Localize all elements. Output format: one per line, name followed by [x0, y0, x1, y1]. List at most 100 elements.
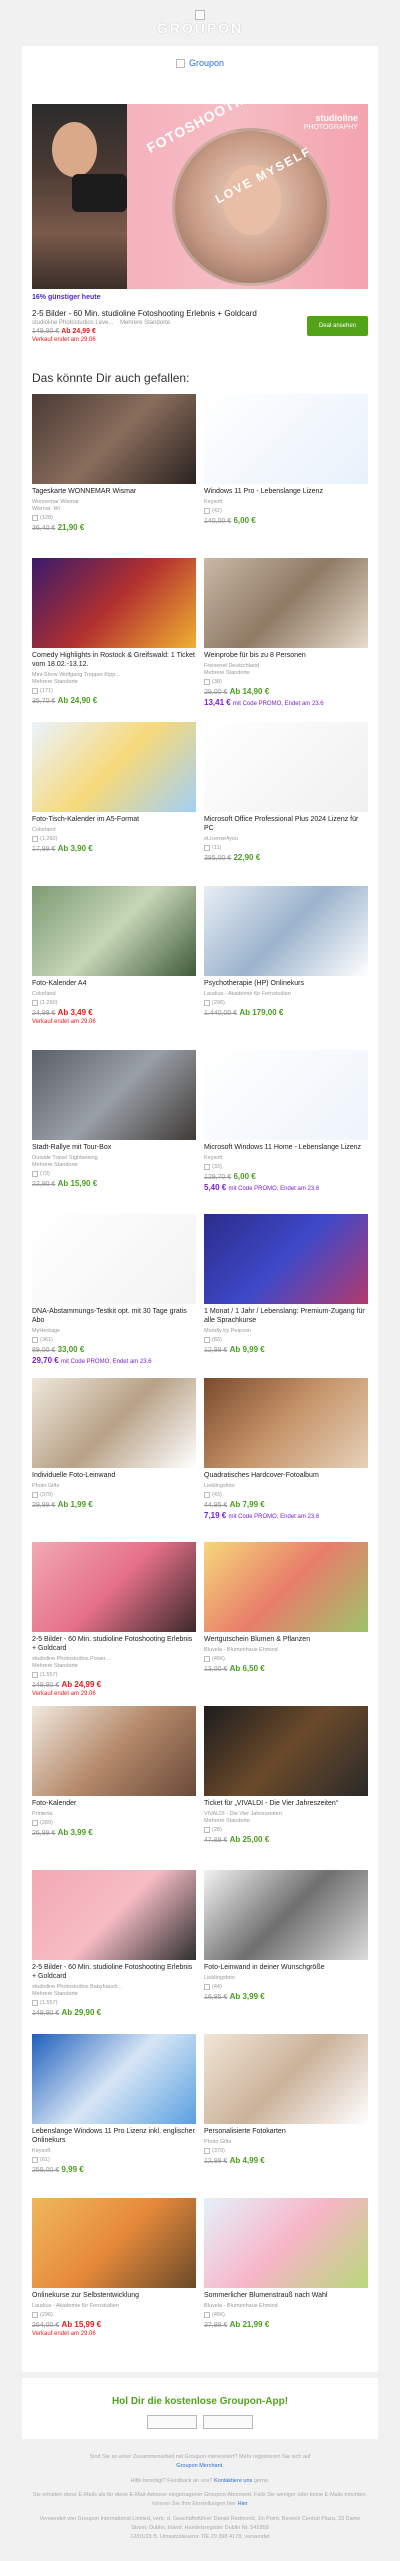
contact-link[interactable]: Kontaktiere uns — [214, 2478, 252, 2484]
deal-title[interactable]: Ticket für „VIVALDI - Die Vier Jahreszei… — [204, 1800, 368, 1809]
deal-tile[interactable]: Microsoft Windows 11 Home - Lebenslange … — [204, 1050, 368, 1214]
deal-image[interactable] — [32, 558, 196, 648]
deal-tile[interactable]: Microsoft Office Professional Plus 2024 … — [204, 722, 368, 886]
deal-tile[interactable]: DNA-Abstammungs-Testkit opt. mit 30 Tage… — [32, 1214, 196, 1378]
inner-logo[interactable]: Groupon — [32, 46, 368, 80]
deal-image[interactable] — [32, 1214, 196, 1304]
deal-title[interactable]: Personalisierte Fotokarten — [204, 2128, 368, 2137]
deal-image[interactable] — [32, 2034, 196, 2124]
rating-stars-icon — [32, 1171, 38, 1178]
deal-title[interactable]: Tageskarte WONNEMAR Wismar — [32, 488, 196, 497]
deal-title[interactable]: Sommerlicher Blumenstrauß nach Wahl — [204, 2292, 368, 2301]
deal-tile[interactable]: 1 Monat / 1 Jahr / Lebenslang: Premium-Z… — [204, 1214, 368, 1378]
rating-stars-icon — [204, 999, 210, 1006]
deal-tile[interactable]: Tageskarte WONNEMAR Wismar Wonnemar Wisma… — [32, 394, 196, 558]
google-play-badge[interactable] — [203, 2415, 253, 2429]
deal-price: 259,00 € 9,99 € — [32, 2164, 84, 2174]
deal-price: 29,00 € Ab 14,90 € — [204, 687, 270, 697]
deal-tile[interactable]: Stadt-Rallye mit Tour-Box Outside Travel … — [32, 1050, 196, 1214]
deal-title[interactable]: Foto-Kalender A4 — [32, 980, 196, 989]
hero-banner[interactable]: FOTOSHOOTING LOVE MYSELF studioline PHOTO… — [32, 104, 368, 289]
deal-image[interactable] — [204, 886, 368, 976]
deal-image[interactable] — [204, 1706, 368, 1796]
deal-image[interactable] — [32, 1870, 196, 1960]
deal-image[interactable] — [32, 1706, 196, 1796]
deal-tile[interactable]: Foto-Leinwand in deiner Wunschgröße Liebl… — [204, 1870, 368, 2034]
deal-tile[interactable]: Foto-Tisch-Kalender im A5-Format Colorlan… — [32, 722, 196, 886]
app-store-badge[interactable] — [147, 2415, 197, 2429]
deal-title[interactable]: Lebenslange Windows 11 Pro Lizenz inkl. … — [32, 2128, 196, 2146]
deal-image[interactable] — [204, 722, 368, 812]
deal-title[interactable]: Weinprobe für bis zu 8 Personen — [204, 652, 368, 661]
deal-image[interactable] — [204, 394, 368, 484]
deal-title[interactable]: Stadt-Rallye mit Tour-Box — [32, 1144, 196, 1153]
deal-tile[interactable]: Individuelle Foto-Leinwand Photo Gifts (37… — [32, 1378, 196, 1542]
deal-promo-price: 7,19 € mit Code PROMO, Endet am 23.6 — [204, 1510, 320, 1520]
deal-title[interactable]: 2-5 Bilder - 60 Min. studioline Fotoshoo… — [32, 1964, 196, 1982]
deal-rating: (379) — [204, 2147, 368, 2154]
deal-tile[interactable]: 2-5 Bilder - 60 Min. studioline Fotoshoo… — [32, 1870, 196, 2034]
deal-image[interactable] — [32, 722, 196, 812]
deal-image[interactable] — [32, 1050, 196, 1140]
deal-title[interactable]: Microsoft Office Professional Plus 2024 … — [204, 816, 368, 834]
deal-tile[interactable]: Foto-Kalender Printeria (289) 26,99 € Ab 3,… — [32, 1706, 196, 1870]
deal-image[interactable] — [204, 2034, 368, 2124]
deal-title[interactable]: Foto-Tisch-Kalender im A5-Format — [32, 816, 196, 825]
deal-merchant: Colorland — [32, 990, 56, 997]
deal-title[interactable]: Windows 11 Pro - Lebenslange Lizenz — [204, 488, 368, 497]
deal-tile[interactable]: Sommerlicher Blumenstrauß nach Wahl Bluve… — [204, 2198, 368, 2362]
deal-title[interactable]: Foto-Kalender — [32, 1800, 196, 1809]
deal-ends: Verkauf endet am 29.06 — [32, 1690, 96, 1697]
rating-stars-icon — [32, 1819, 38, 1826]
deal-tile[interactable]: 2-5 Bilder - 60 Min. studioline Fotoshoo… — [32, 1542, 196, 1706]
unsubscribe-link[interactable]: Hier — [238, 2501, 248, 2507]
deal-tile[interactable]: Weinprobe für bis zu 8 Personen Freixenet… — [204, 558, 368, 722]
deal-title[interactable]: Comedy Highlights in Rostock & Greifswal… — [32, 652, 196, 670]
deal-image[interactable] — [204, 1050, 368, 1140]
deal-image[interactable] — [204, 1214, 368, 1304]
deal-title[interactable]: 2-5 Bilder - 60 Min. studioline Fotoshoo… — [32, 1636, 196, 1654]
deal-image[interactable] — [32, 2198, 196, 2288]
view-deal-button[interactable]: Deal ansehen — [306, 316, 368, 336]
deal-tile[interactable]: Quadratisches Hardcover-Fotoalbum Lieblin… — [204, 1378, 368, 1542]
deal-title[interactable]: Wertgutschein Blumen & Pflanzen — [204, 1636, 368, 1645]
deal-tile[interactable]: Ticket für „VIVALDI - Die Vier Jahreszei… — [204, 1706, 368, 1870]
featured-title[interactable]: 2-5 Bilder - 60 Min. studioline Fotoshoo… — [32, 309, 257, 318]
deal-image[interactable] — [204, 2198, 368, 2288]
deal-ends: Verkauf endet am 29.06 — [32, 1018, 96, 1025]
deal-merchant: Colorland — [32, 826, 56, 833]
deal-tile[interactable]: Foto-Kalender A4 Colorland (1.260) 24,99 € … — [32, 886, 196, 1050]
deal-image[interactable] — [32, 394, 196, 484]
deal-rating: (296) — [204, 999, 368, 1006]
deal-image[interactable] — [204, 1542, 368, 1632]
deal-merchant: Freixenet Deutschland Mehrere Standorte — [204, 662, 260, 676]
deal-image[interactable] — [204, 558, 368, 648]
merchant-link[interactable]: Groupon Merchant. — [176, 2463, 223, 2469]
deal-rating: (1.557) — [32, 1671, 196, 1678]
deal-tile[interactable]: Onlinekurse zur Selbstentwicklung Laudius… — [32, 2198, 196, 2362]
deal-title[interactable]: Onlinekurse zur Selbstentwicklung — [32, 2292, 196, 2301]
deal-image[interactable] — [32, 886, 196, 976]
deal-tile[interactable]: Wertgutschein Blumen & Pflanzen Bluvela -… — [204, 1542, 368, 1706]
deal-tile[interactable]: Windows 11 Pro - Lebenslange Lizenz Keyso… — [204, 394, 368, 558]
deal-tile[interactable]: Lebenslange Windows 11 Pro Lizenz inkl. … — [32, 2034, 196, 2198]
deal-title[interactable]: Psychotherapie (HP) Onlinekurs — [204, 980, 368, 989]
deal-title[interactable]: DNA-Abstammungs-Testkit opt. mit 30 Tage… — [32, 1308, 196, 1326]
deal-image[interactable] — [204, 1378, 368, 1468]
deal-tile[interactable]: Personalisierte Fotokarten Photo Gifts (37… — [204, 2034, 368, 2198]
deal-image[interactable] — [204, 1870, 368, 1960]
deal-title[interactable]: Individuelle Foto-Leinwand — [32, 1472, 196, 1481]
deal-tile[interactable]: Psychotherapie (HP) Onlinekurs Laudius - … — [204, 886, 368, 1050]
deal-merchant: MyHeritage — [32, 1327, 61, 1334]
deal-title[interactable]: Foto-Leinwand in deiner Wunschgröße — [204, 1964, 368, 1973]
deal-tile[interactable]: Comedy Highlights in Rostock & Greifswal… — [32, 558, 196, 722]
deal-rating: (61) — [32, 2156, 196, 2163]
deal-title[interactable]: 1 Monat / 1 Jahr / Lebenslang: Premium-Z… — [204, 1308, 368, 1326]
deal-image[interactable] — [32, 1378, 196, 1468]
rating-stars-icon — [32, 999, 38, 1006]
deal-rating: (33) — [204, 1163, 368, 1170]
deal-image[interactable] — [32, 1542, 196, 1632]
deal-title[interactable]: Microsoft Windows 11 Home - Lebenslange … — [204, 1144, 368, 1153]
deal-title[interactable]: Quadratisches Hardcover-Fotoalbum — [204, 1472, 368, 1481]
groupon-top-logo[interactable]: GROUPON — [0, 0, 400, 46]
